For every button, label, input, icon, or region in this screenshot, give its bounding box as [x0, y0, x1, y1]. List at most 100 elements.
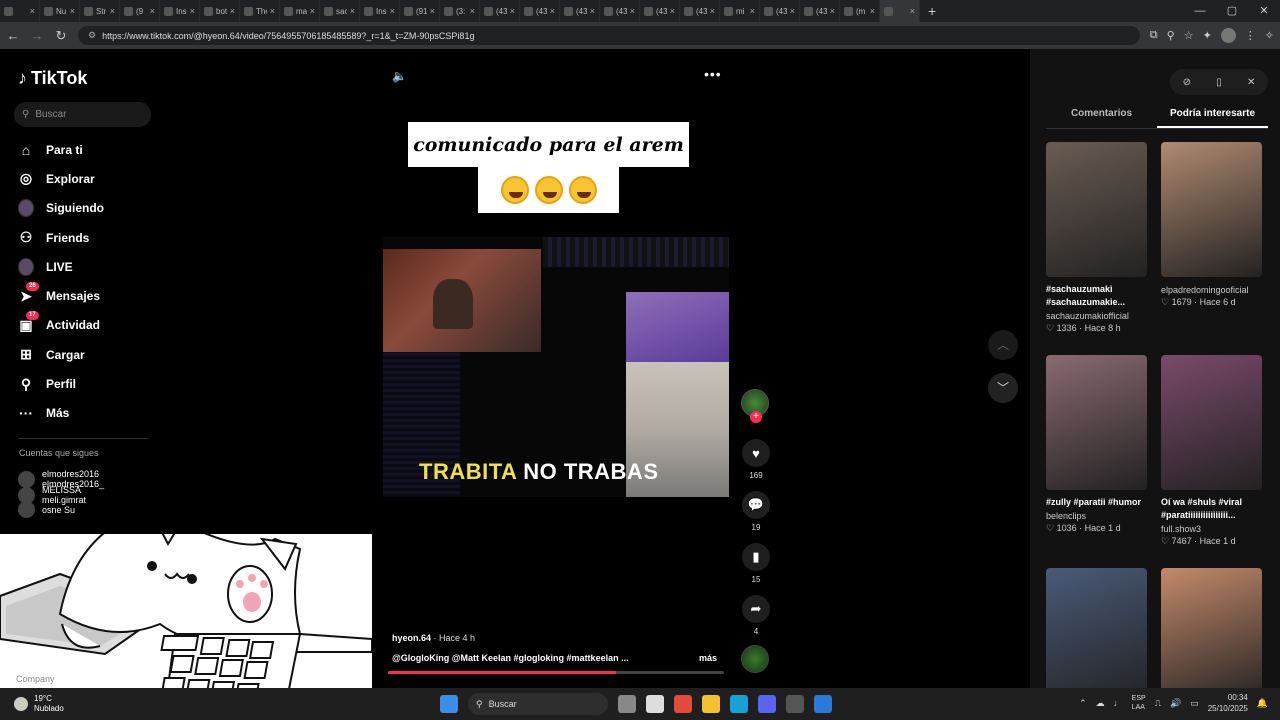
search-input[interactable]: ⚲ Buscar — [14, 102, 151, 127]
profile-avatar[interactable] — [1220, 28, 1236, 43]
video-thumbnail[interactable] — [1046, 568, 1147, 703]
more-options-icon[interactable]: ••• — [704, 66, 722, 82]
chatgpt-icon[interactable] — [786, 695, 804, 713]
company-link[interactable]: Company — [16, 674, 55, 684]
close-tab-icon[interactable]: × — [670, 6, 675, 16]
comment-action[interactable]: 💬 19 — [740, 491, 772, 532]
music-disc-icon[interactable] — [741, 645, 769, 673]
browser-tab[interactable]: (43 × — [520, 0, 560, 22]
close-tab-icon[interactable]: × — [190, 6, 195, 16]
close-tab-icon[interactable]: × — [910, 6, 915, 16]
sidebar-item-para-ti[interactable]: ⌂ Para ti — [18, 135, 168, 164]
clock[interactable]: 00:34 25/10/2025 — [1208, 692, 1248, 714]
close-tab-icon[interactable]: × — [270, 6, 275, 16]
browser-tab[interactable]: Ins × — [360, 0, 400, 22]
weather-widget[interactable]: 19°C Nublado — [14, 694, 64, 714]
video-thumbnail[interactable] — [1161, 568, 1262, 703]
suggested-video-card[interactable]: #sachauzumaki #sachauzumakie... sachauzum… — [1046, 142, 1147, 334]
close-tab-icon[interactable]: × — [590, 6, 595, 16]
back-icon[interactable]: ← — [6, 28, 20, 43]
browser-tab[interactable]: × — [0, 0, 40, 22]
network-icon[interactable]: ⎍ — [1155, 698, 1161, 709]
store-icon[interactable] — [646, 695, 664, 713]
sidebar-item-más[interactable]: ··· Más — [18, 399, 168, 428]
url-field[interactable]: ⚙ https://www.tiktok.com/@hyeon.64/video… — [78, 26, 1140, 45]
video-thumbnail[interactable] — [1161, 142, 1262, 277]
gemini-icon[interactable]: ✧ — [1265, 29, 1274, 42]
browser-tab[interactable]: (43 × — [480, 0, 520, 22]
browser-tab[interactable]: (m × — [840, 0, 880, 22]
notification-icon[interactable]: 🔔 — [1257, 698, 1268, 709]
browser-tab[interactable]: The× — [240, 0, 280, 22]
close-tab-icon[interactable]: × — [350, 6, 355, 16]
comment-icon[interactable]: 💬 — [742, 491, 770, 519]
heart-icon[interactable]: ♥ — [742, 439, 770, 467]
app-icon[interactable] — [814, 695, 832, 713]
volume-icon[interactable]: 🔈 — [392, 69, 407, 83]
browser-tab[interactable]: bot × — [200, 0, 240, 22]
video-tags[interactable]: @GlogloKing @Matt Keelan #glogloking #ma… — [392, 653, 652, 663]
browser-tab[interactable]: × — [880, 0, 920, 22]
following-account[interactable]: osne Su — [18, 501, 75, 518]
close-tab-icon[interactable]: × — [630, 6, 635, 16]
more-description-link[interactable]: más — [699, 653, 717, 663]
previous-video-button[interactable]: ︿ — [988, 330, 1018, 360]
close-tab-icon[interactable]: × — [750, 6, 755, 16]
browser-tab[interactable]: (43 × — [640, 0, 680, 22]
browser-tab[interactable]: (43 × — [760, 0, 800, 22]
chevron-up-icon[interactable]: ⌃ — [1079, 698, 1087, 709]
volume-tray-icon[interactable]: 🔊 — [1170, 698, 1181, 709]
install-icon[interactable]: ⧉ — [1150, 29, 1158, 42]
close-tab-icon[interactable]: × — [230, 6, 235, 16]
close-tab-icon[interactable]: × — [470, 6, 475, 16]
card-username[interactable]: sachauzumakiofficial — [1046, 311, 1147, 321]
close-panel-icon[interactable]: ✕ — [1247, 77, 1255, 88]
browser-tab[interactable]: (43 × — [560, 0, 600, 22]
suggested-video-card[interactable]: elpadredomingooficial ♡ 1679 · Hace 6 d — [1161, 142, 1262, 308]
browser-tab[interactable]: Ins × — [160, 0, 200, 22]
close-tab-icon[interactable]: × — [510, 6, 515, 16]
like-action[interactable]: ♥ 169 — [740, 439, 772, 480]
onedrive-icon[interactable]: ☁ — [1096, 698, 1105, 709]
browser-tab[interactable]: ma × — [280, 0, 320, 22]
browser-tab[interactable]: Nu × — [40, 0, 80, 22]
close-tab-icon[interactable]: × — [110, 6, 115, 16]
sidebar-item-mensajes[interactable]: ➤ 26 Mensajes — [18, 281, 168, 310]
video-thumbnail[interactable] — [1046, 355, 1147, 490]
browser-tab[interactable]: (43 × — [680, 0, 720, 22]
bookmark-star-icon[interactable]: ☆ — [1184, 29, 1194, 42]
discord-icon[interactable] — [758, 695, 776, 713]
next-video-button[interactable]: ﹀ — [988, 373, 1018, 403]
tab-comentarios[interactable]: Comentarios — [1046, 105, 1157, 128]
suggested-video-card[interactable]: Oí wa #shuls #viral #paratiiiiiiiiiiiiii… — [1161, 355, 1262, 547]
browser-tab[interactable]: (91 × — [400, 0, 440, 22]
edge-icon[interactable] — [730, 695, 748, 713]
bookmark-icon[interactable]: ▮ — [742, 543, 770, 571]
task-view-icon[interactable] — [618, 695, 636, 713]
extensions-icon[interactable]: ✦ — [1203, 29, 1212, 42]
translate-icon[interactable]: ⚲ — [1167, 29, 1175, 42]
sidebar-item-friends[interactable]: ⚇ Friends — [18, 223, 168, 252]
sidebar-item-cargar[interactable]: ⊞ Cargar — [18, 340, 168, 369]
browser-tab[interactable]: Str × — [80, 0, 120, 22]
sidebar-item-explorar[interactable]: ◎ Explorar — [18, 164, 168, 193]
share-action[interactable]: ➦ 4 — [740, 595, 772, 636]
sidebar-item-siguiendo[interactable]: Siguiendo — [18, 194, 168, 223]
language-indicator[interactable]: ESP LAA — [1132, 694, 1146, 712]
video-player[interactable]: 🔈 ••• comunicado para el arem TRABITA NO… — [372, 49, 752, 688]
browser-tab[interactable]: mi × — [720, 0, 760, 22]
close-tab-icon[interactable]: × — [790, 6, 795, 16]
tiktok-logo[interactable]: ♪ TikTok — [18, 68, 87, 89]
close-window-button[interactable]: ✕ — [1248, 0, 1280, 22]
share-icon[interactable]: ➦ — [742, 595, 770, 623]
close-tab-icon[interactable]: × — [430, 6, 435, 16]
sidebar-item-actividad[interactable]: ▣ 17 Actividad — [18, 311, 168, 340]
taskbar-search[interactable]: ⚲ Buscar — [468, 693, 608, 715]
close-tab-icon[interactable]: × — [870, 6, 875, 16]
new-tab-button[interactable]: + — [928, 3, 936, 19]
browser-tab[interactable]: sac × — [320, 0, 360, 22]
sidebar-item-live[interactable]: LIVE — [18, 252, 168, 281]
video-thumbnail[interactable] — [1046, 142, 1147, 277]
close-tab-icon[interactable]: × — [710, 6, 715, 16]
close-tab-icon[interactable]: × — [150, 6, 155, 16]
